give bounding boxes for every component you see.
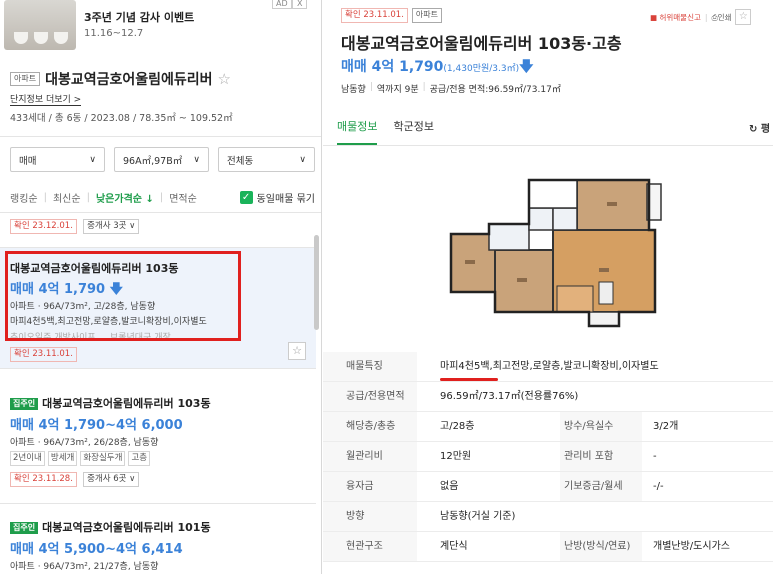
complex-header: 아파트 대봉교역금호어울림에듀리버 ☆ 단지정보 더보기 > 433세대 / 총…	[10, 68, 315, 124]
tab-school-info[interactable]: 학군정보	[393, 118, 433, 145]
chevron-down-icon: ∨	[299, 154, 306, 165]
ad-thumbnail	[4, 0, 76, 50]
building-select[interactable]: 전체동 ∨	[218, 147, 315, 172]
floor-plan-image[interactable]	[439, 172, 671, 337]
refresh-button[interactable]: ↻ 평	[749, 120, 770, 135]
sort-latest[interactable]: 최신순	[53, 190, 81, 205]
complex-name: 대봉교역금호어울림에듀리버	[45, 72, 213, 88]
trade-type-select[interactable]: 매매 ∨	[10, 147, 105, 172]
table-row: 해당층/총층 고/28층 방수/욕실수 3/2개	[323, 412, 773, 442]
listing-item[interactable]: 집주인 대봉교역금호어울림에듀리버 103동 매매 4억 1,790~4억 6,0…	[0, 369, 316, 494]
listing-price: 매매 4억 5,900~4억 6,414	[10, 542, 183, 557]
highlight-underline	[440, 378, 498, 381]
sort-ranking[interactable]: 랭킹순	[10, 190, 38, 205]
detail-panel: 확인 23.11.01. 아파트 ■ 허위매물신고 | ⎙인쇄 ☆ 대봉교역금호…	[323, 0, 773, 574]
price-down-arrow-icon: 🡇	[519, 59, 534, 75]
property-type-tag: 아파트	[411, 8, 442, 23]
listing-name: 집주인 대봉교역금호어울림에듀리버 103동	[10, 395, 211, 411]
detail-meta: 남동향 | 역까지 9분 | 공급/전용 면적:96.59㎡/73.17㎡	[341, 82, 561, 95]
print-button[interactable]: ⎙인쇄	[712, 12, 732, 23]
tab-listing-info[interactable]: 매물정보	[337, 118, 378, 145]
table-row: 매물특징 마피4천5백,최고전망,로얄층,발코니확장비,이자별도	[323, 352, 773, 382]
owner-tag: 집주인	[10, 398, 39, 410]
table-row: 융자금 없음 기보증금/월세 -/-	[323, 472, 773, 502]
detail-price: 매매 4억 1,790(1,430만원/3.3㎡)🡇	[341, 59, 534, 75]
report-button[interactable]: ■ 허위매물신고	[650, 12, 701, 23]
ad-label: AD	[272, 0, 292, 9]
listing-price: 매매 4억 1,790~4억 6,000	[10, 418, 183, 433]
table-row: 현관구조 계단식 난방(방식/연료) 개별난방/도시가스	[323, 532, 773, 562]
table-row: 공급/전용면적 96.59㎡/73.17㎡(전용률76%)	[323, 382, 773, 412]
complex-summary: 433세대 / 총 6동 / 2023.08 / 78.35㎡ ~ 109.52…	[10, 113, 233, 124]
area-select[interactable]: 96A㎡,97B㎡ ∨	[114, 147, 209, 172]
chevron-down-icon: ∨	[193, 154, 200, 165]
checkbox-checked-icon[interactable]: ✓	[239, 191, 253, 204]
favorite-star-icon[interactable]: ☆	[735, 9, 752, 25]
listing-spec: 아파트 · 96A/73m², 21/27층, 남동향	[10, 562, 159, 572]
table-row: 월관리비 12만원 관리비 포함 -	[323, 442, 773, 472]
broker-dropdown[interactable]: 중개사 3곳 ∨	[83, 219, 140, 234]
same-listing-toggle[interactable]: ✓ 동일매물 묶기	[239, 190, 315, 205]
property-type-tag: 아파트	[10, 72, 41, 86]
list-scrollbar[interactable]	[314, 235, 319, 330]
sort-low-price[interactable]: 낮은가격순 ↓	[96, 190, 154, 205]
broker-dropdown[interactable]: 중개사 6곳 ∨	[83, 472, 140, 487]
listing-name: 집주인 대봉교역금호어울림에듀리버 101동	[10, 519, 211, 535]
sort-area[interactable]: 면적순	[169, 190, 197, 205]
confirm-date-badge: 확인 23.11.01.	[341, 8, 408, 23]
favorite-star-icon[interactable]: ☆	[218, 71, 231, 87]
ad-title: 3주년 기념 감사 이벤트	[84, 11, 195, 24]
listing-panel: 3주년 기념 감사 이벤트 11.16~12.7 AD X 아파트 대봉교역금호…	[0, 0, 322, 574]
highlight-annotation-box	[5, 251, 241, 341]
filter-bar: 매매 ∨ 96A㎡,97B㎡ ∨ 전체동 ∨	[10, 147, 315, 172]
detail-title: 대봉교역금호어울림에듀리버 103동·고층	[341, 34, 622, 53]
listing-tags: 2년이내 방세개 화장실두개 고층	[10, 451, 151, 466]
confirm-date-badge: 확인 23.12.01.	[10, 219, 77, 234]
favorite-star-icon[interactable]: ☆	[288, 342, 306, 360]
confirm-date-badge: 확인 23.11.01.	[10, 347, 77, 362]
table-row: 방향 남동향(거실 기준)	[323, 502, 773, 532]
complex-info-link[interactable]: 단지정보 더보기 >	[10, 92, 82, 106]
sort-bar: 랭킹순 | 최신순 | 낮은가격순 ↓ | 면적순 ✓ 동일매물 묶기	[10, 190, 315, 205]
ad-date: 11.16~12.7	[84, 28, 144, 39]
detail-tabs: 매물정보 학군정보	[337, 118, 434, 145]
ad-close-button[interactable]: X	[292, 0, 308, 9]
ad-banner[interactable]: 3주년 기념 감사 이벤트 11.16~12.7 AD X	[0, 0, 321, 58]
listing-spec: 아파트 · 96A/73m², 26/28층, 남동향	[10, 438, 159, 448]
confirm-date-badge: 확인 23.11.28.	[10, 472, 77, 487]
chevron-down-icon: ∨	[89, 154, 96, 165]
owner-tag: 집주인	[10, 522, 39, 534]
listing-item[interactable]: 집주인 대봉교역금호어울림에듀리버 101동 매매 4억 5,900~4억 6,4…	[0, 504, 316, 574]
